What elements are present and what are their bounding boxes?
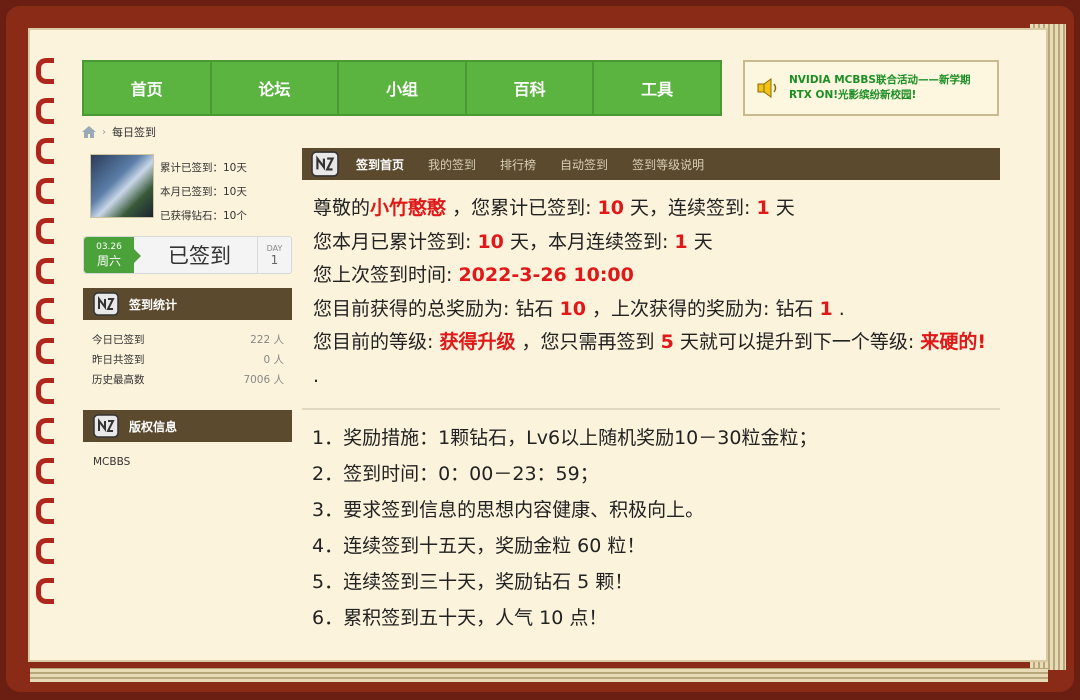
total-days-value: 10 [597, 197, 624, 219]
info-text: . [838, 297, 845, 320]
tab-leaderboard[interactable]: 排行榜 [500, 156, 536, 173]
info-text: 天就可以提升到下一个等级: [679, 331, 915, 353]
breadcrumb-current: 每日签到 [112, 126, 156, 139]
stats-panel-title: 签到统计 [129, 297, 178, 312]
rules-list: 1．奖励措施：1颗钻石，Lv6以上随机奖励10－30粒金粒； 2．签到时间：0：… [312, 420, 1002, 636]
info-text: 尊敬的 [313, 197, 371, 219]
username[interactable]: 小竹憨憨 [370, 197, 446, 219]
day-label: DAY [266, 243, 283, 253]
info-text: ，上次获得的奖励为: 钻石 [592, 297, 814, 320]
signed-status-button[interactable]: 03.26 周六 已签到 DAY 1 [83, 236, 292, 274]
date-tag: 03.26 周六 [84, 237, 141, 273]
stats-row-label: 昨日共签到 [92, 354, 145, 366]
nav-item-tools[interactable]: 工具 [594, 62, 720, 114]
main-nav: 首页 论坛 小组 百科 工具 [82, 60, 722, 116]
day-value: 1 [270, 252, 279, 267]
sign-tabbar: 签到首页 我的签到 排行榜 自动签到 签到等级说明 [302, 148, 1000, 180]
info-text: 您目前获得的总奖励为: 钻石 [313, 297, 554, 320]
speaker-icon [757, 78, 777, 98]
stats-panel-header: 签到统计 [83, 288, 292, 320]
rule-item: 3．要求签到信息的思想内容健康、积极向上。 [312, 499, 705, 521]
info-text: 天，本月连续签到: [509, 230, 669, 253]
tab-level-info[interactable]: 签到等级说明 [632, 156, 704, 173]
user-profile: 累计已签到：10天 本月已签到：10天 已获得钻石：10个 [90, 154, 290, 222]
info-text: 天，连续签到: [630, 197, 751, 219]
days-to-next-level: 5 [660, 331, 674, 353]
mcbbs-logo-icon [311, 151, 339, 177]
info-line: 您本月已累计签到: 10 天，本月连续签到: 1 天 [313, 226, 993, 260]
info-line: 您上次签到时间: 2022-3-26 10:00 [313, 259, 993, 293]
last-reward-value: 1 [819, 297, 833, 320]
rule-item: 2．签到时间：0：00－23：59； [312, 463, 599, 485]
nav-item-home[interactable]: 首页 [84, 62, 212, 114]
stats-row: 昨日共签到 0 人 [92, 350, 284, 370]
info-text: ，您只需再签到 [521, 331, 655, 353]
total-signed-stat: 累计已签到：10天 [160, 162, 247, 174]
next-level: 来硬的! [920, 331, 986, 353]
spiral-binding [36, 58, 58, 648]
book-page-edges-bottom [30, 668, 1048, 682]
tab-my-sign[interactable]: 我的签到 [428, 156, 476, 173]
rule-item: 6．累积签到五十天，人气 10 点！ [312, 607, 608, 629]
day-counter: DAY 1 [257, 237, 291, 273]
info-line: 您目前获得的总奖励为: 钻石 10 ，上次获得的奖励为: 钻石 1 . [313, 293, 993, 327]
diamonds-stat: 已获得钻石：10个 [160, 210, 247, 222]
month-signed-stat: 本月已签到：10天 [160, 186, 247, 198]
stats-row-value: 222 人 [250, 334, 284, 346]
rule-item: 5．连续签到三十天，奖励钻石 5 颗！ [312, 571, 634, 593]
total-reward-value: 10 [559, 297, 586, 320]
mcbbs-logo-icon [93, 292, 119, 316]
current-level: 获得升级 [439, 331, 516, 353]
breadcrumb-separator: › [102, 126, 106, 138]
last-sign-time: 2022-3-26 10:00 [458, 264, 634, 286]
avatar[interactable] [90, 154, 154, 218]
info-text: 您本月已累计签到: [313, 230, 472, 253]
stats-row: 今日已签到 222 人 [92, 330, 284, 350]
stats-list: 今日已签到 222 人 昨日共签到 0 人 历史最高数 7006 人 [92, 330, 284, 390]
announcement-banner[interactable]: NVIDIA MCBBS联合活动——新学期 RTX ON!光影缤纷新校园! [743, 60, 999, 116]
signed-label: 已签到 [168, 244, 231, 268]
date-text: 03.26 [96, 241, 122, 252]
info-text: 您上次签到时间: [313, 264, 453, 286]
streak-days-value: 1 [756, 197, 770, 219]
copyright-text: MCBBS [93, 456, 131, 468]
divider [302, 408, 1000, 410]
nav-item-groups[interactable]: 小组 [339, 62, 467, 114]
breadcrumb: › 每日签到 [82, 124, 156, 140]
nav-item-forum[interactable]: 论坛 [212, 62, 340, 114]
info-text: 天 [775, 197, 795, 219]
copyright-panel-header: 版权信息 [83, 410, 292, 442]
rule-item: 4．连续签到十五天，奖励金粒 60 粒！ [312, 535, 646, 557]
weekday-text: 周六 [96, 253, 121, 268]
tab-sign-home[interactable]: 签到首页 [356, 156, 404, 173]
sign-info: 尊敬的小竹憨憨 ，您累计已签到: 10 天，连续签到: 1 天 您本月已累计签到… [313, 192, 993, 393]
stats-row-value: 0 人 [263, 354, 284, 366]
info-line: 您目前的等级: 获得升级 ，您只需再签到 5 天就可以提升到下一个等级: 来硬的… [313, 326, 993, 393]
nav-item-wiki[interactable]: 百科 [467, 62, 595, 114]
info-text: ，您累计已签到: [452, 197, 592, 219]
info-line: 尊敬的小竹憨憨 ，您累计已签到: 10 天，连续签到: 1 天 [313, 192, 993, 226]
stats-row-value: 7006 人 [243, 374, 284, 386]
profile-stats: 累计已签到：10天 本月已签到：10天 已获得钻石：10个 [160, 156, 247, 228]
month-streak-value: 1 [674, 230, 688, 253]
info-text: . [313, 364, 320, 387]
month-days-value: 10 [477, 230, 504, 253]
info-text: 您目前的等级: [313, 331, 434, 353]
mcbbs-logo-icon [93, 414, 119, 438]
stats-row-label: 历史最高数 [92, 374, 145, 386]
info-text: 天 [693, 230, 713, 253]
stats-row-label: 今日已签到 [92, 334, 145, 346]
home-icon[interactable] [82, 126, 96, 138]
announcement-text[interactable]: NVIDIA MCBBS联合活动——新学期 RTX ON!光影缤纷新校园! [789, 73, 989, 103]
rule-item: 1．奖励措施：1颗钻石，Lv6以上随机奖励10－30粒金粒； [312, 427, 818, 449]
copyright-panel-title: 版权信息 [129, 419, 178, 434]
tab-auto-sign[interactable]: 自动签到 [560, 156, 608, 173]
stats-row: 历史最高数 7006 人 [92, 370, 284, 390]
